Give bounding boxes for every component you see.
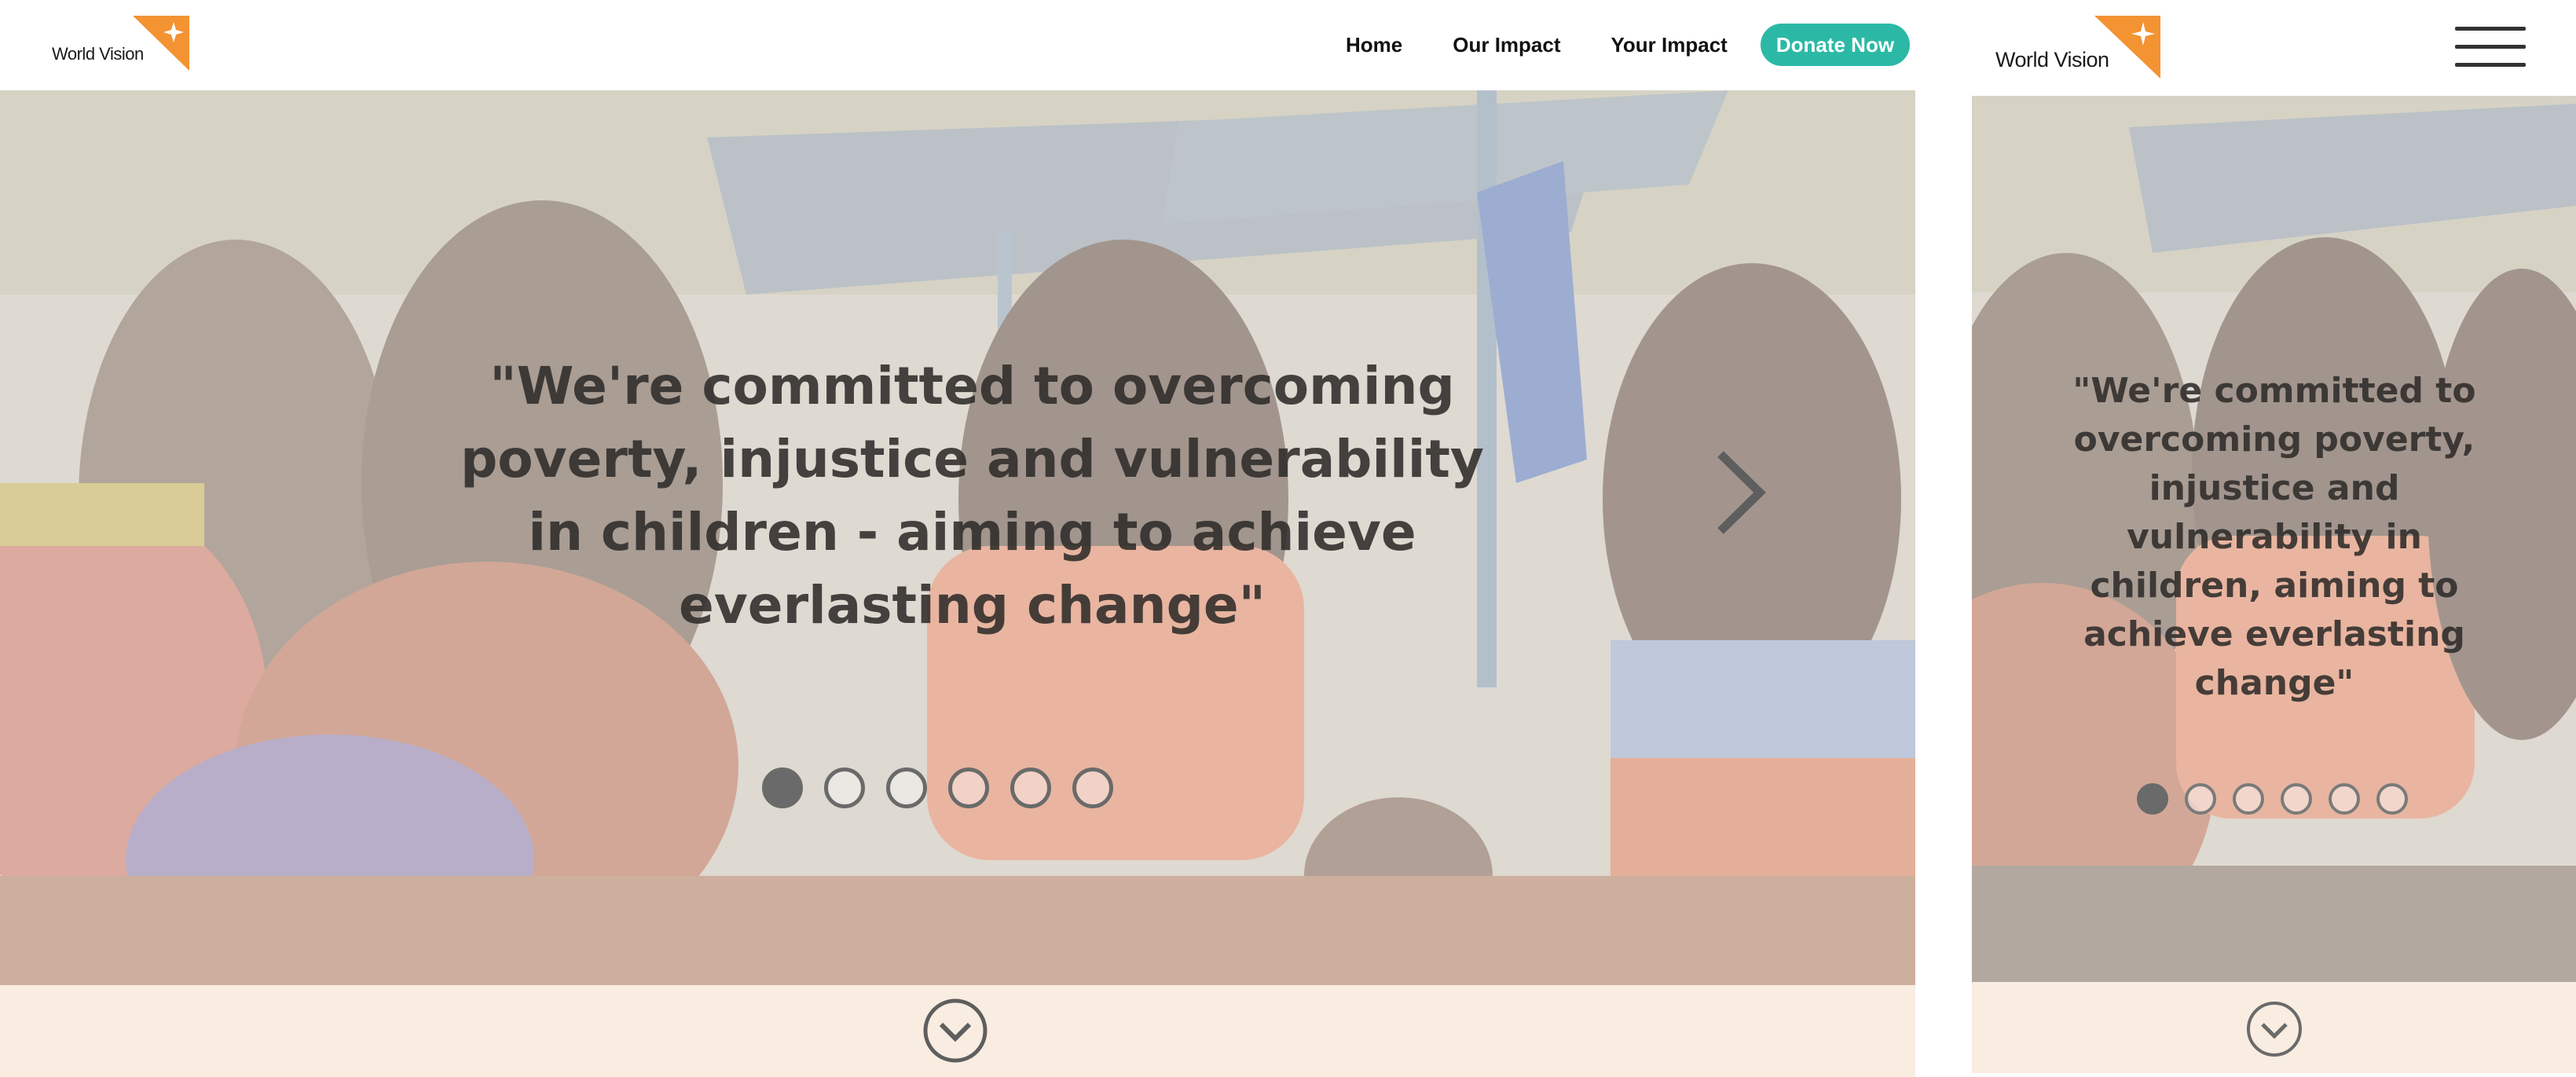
scroll-down-button-mobile[interactable] — [2246, 1001, 2303, 1057]
world-vision-logo-mobile[interactable]: World Vision — [1995, 16, 2160, 79]
hamburger-menu-icon — [2455, 63, 2526, 67]
carousel-next-button[interactable] — [1713, 448, 1768, 538]
carousel-dot-5[interactable] — [2329, 783, 2360, 815]
carousel-dot-6[interactable] — [1072, 767, 1113, 808]
nav-item-home[interactable]: Home — [1346, 33, 1402, 57]
hero-carousel: "We're committed to overcoming poverty, … — [0, 90, 1915, 985]
carousel-dot-5[interactable] — [1010, 767, 1051, 808]
carousel-dot-1[interactable] — [762, 767, 803, 808]
donate-now-button[interactable]: Donate Now — [1760, 24, 1911, 66]
nav-item-our-impact[interactable]: Our Impact — [1453, 33, 1560, 57]
hamburger-menu-button[interactable] — [2455, 24, 2526, 71]
hamburger-menu-icon — [2455, 27, 2526, 31]
carousel-dot-4[interactable] — [948, 767, 989, 808]
hero-carousel-mobile: "We're committed to overcoming poverty, … — [1972, 96, 2576, 982]
hero-quote-mobile: "We're committed to overcoming poverty, … — [2072, 371, 2476, 703]
carousel-dot-6[interactable] — [2376, 783, 2408, 815]
scroll-band — [0, 985, 1915, 1077]
chevron-down-circle-icon — [923, 998, 988, 1063]
scroll-down-button[interactable] — [922, 998, 988, 1064]
mobile-view: World Vision "We're committed to overcom… — [1972, 0, 2576, 1077]
carousel-dots — [762, 767, 1134, 808]
scroll-band-mobile — [1972, 982, 2576, 1073]
world-vision-logo[interactable]: World Vision — [52, 16, 189, 71]
carousel-dot-4[interactable] — [2281, 783, 2312, 815]
carousel-dot-2[interactable] — [2185, 783, 2216, 815]
carousel-dot-2[interactable] — [824, 767, 865, 808]
site-header: World Vision Home Our Impact Your Impact… — [0, 0, 1915, 90]
carousel-dot-3[interactable] — [886, 767, 927, 808]
chevron-down-circle-icon — [2247, 1002, 2302, 1057]
carousel-dot-3[interactable] — [2233, 783, 2264, 815]
hero-quote: "We're committed to overcoming poverty, … — [460, 356, 1484, 636]
carousel-dots-mobile — [2137, 783, 2424, 815]
chevron-right-icon — [1717, 451, 1766, 534]
logo-wordmark: World Vision — [1995, 48, 2109, 71]
logo-wordmark: World Vision — [52, 44, 144, 64]
hamburger-menu-icon — [2455, 45, 2526, 49]
carousel-dot-1[interactable] — [2137, 783, 2168, 815]
desktop-view: World Vision Home Our Impact Your Impact… — [0, 0, 1915, 1077]
nav-item-your-impact[interactable]: Your Impact — [1611, 33, 1728, 57]
main-nav: Home Our Impact Your Impact Donate Now — [1346, 22, 1911, 68]
